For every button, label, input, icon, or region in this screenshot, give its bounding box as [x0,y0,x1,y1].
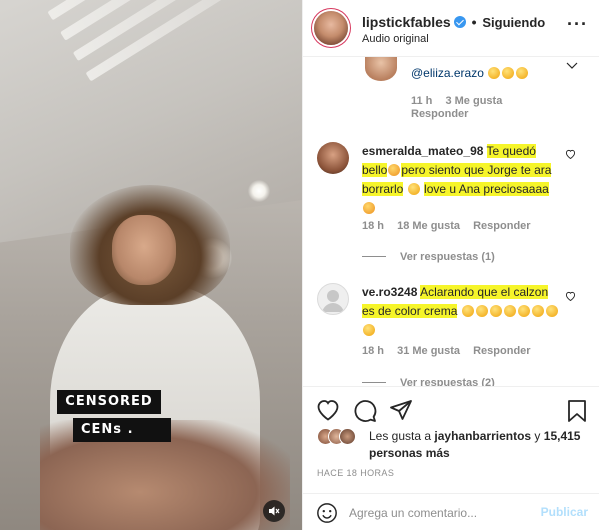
emoji-icon[interactable] [316,502,338,527]
smiling-hearts-emoji-icon [363,202,375,214]
comment-body: love u Ana preciosaaaa [424,182,549,196]
comment-likes[interactable]: 31 Me gusta [397,345,460,357]
comment-time: 18 h [362,345,385,357]
header-user-line: lipstickfables • Siguiendo [362,14,545,30]
audio-link[interactable]: Audio original [362,33,429,45]
laughing-emoji-icon [503,305,516,317]
avatar[interactable] [317,283,349,315]
like-heart-icon[interactable] [565,290,576,304]
laughing-emoji-icon [545,305,558,317]
view-replies-button[interactable]: Ver respuestas (2) [362,377,495,386]
likes-middle: y [531,429,544,443]
post-header: lipstickfables • Siguiendo Audio origina… [303,0,599,57]
likes-text: Les gusta a jayhanbarrientos y 15,415 pe… [369,428,599,462]
comment-time: 11 h [411,95,433,107]
smiling-hearts-emoji-icon [388,164,401,176]
speaker-muted-icon[interactable] [263,500,285,522]
comment-meta: 11 h 3 Me gusta [411,95,512,107]
laughing-emoji-icon [489,305,502,317]
likes-user[interactable]: jayhanbarrientos [434,429,531,443]
avatar[interactable] [314,11,348,45]
laughing-emoji-icon [488,67,501,79]
comment-likes[interactable]: 18 Me gusta [397,220,460,232]
view-replies-button[interactable]: Ver respuestas (1) [362,251,495,263]
bookmark-icon[interactable] [567,399,587,426]
comment-text: @eliiza.erazo [411,64,529,83]
comment-likes[interactable]: 3 Me gusta [445,95,502,107]
comments-list[interactable]: @eliiza.erazo 11 h 3 Me gusta Responder … [303,57,599,386]
laughing-emoji-icon [516,67,529,79]
censor-label: CENs . [73,418,171,442]
avatar[interactable] [365,57,397,81]
header-separator: • [471,14,477,30]
laughing-emoji-icon [475,305,488,317]
list-item: @eliiza.erazo 11 h 3 Me gusta Responder [303,57,599,122]
laughing-emoji-icon [502,67,515,79]
chevron-icon[interactable] [566,59,578,73]
post-video[interactable]: CENSORED CENs . [0,0,302,530]
comment-meta: 18 h 18 Me gusta Responder [362,220,541,232]
post-panel: lipstickfables • Siguiendo Audio origina… [302,0,599,530]
like-heart-icon[interactable] [565,148,576,162]
post-timestamp[interactable]: HACE 18 HORAS [317,468,394,478]
verified-badge-icon [453,16,466,28]
following-button[interactable]: Siguiendo [482,15,545,30]
comment-icon[interactable] [353,399,377,426]
laughing-emoji-icon [461,305,474,317]
comment-input[interactable] [349,503,529,523]
avatar [339,428,356,445]
comment-meta: 18 h 31 Me gusta Responder [362,345,541,357]
comment-mention[interactable]: @eliiza.erazo [411,66,484,80]
likes-prefix: Les gusta a [369,429,435,443]
list-item: ve.ro3248 Aclarando que el calzon es de … [303,283,599,386]
share-icon[interactable] [389,399,413,424]
avatar[interactable] [317,142,349,174]
censor-label: CENSORED [57,390,161,414]
add-comment-bar: Publicar [303,493,599,530]
like-heart-icon[interactable] [316,399,340,424]
laughing-emoji-icon [407,183,420,195]
comment-username[interactable]: ve.ro3248 [362,285,417,299]
comment-text: ve.ro3248 Aclarando que el calzon es de … [362,283,562,340]
video-ceiling-light [248,180,270,202]
reply-button[interactable]: Responder [473,345,530,357]
reply-button[interactable]: Responder [473,220,530,232]
header-username[interactable]: lipstickfables [362,14,451,30]
comment-text: esmeralda_mateo_98 Te quedó bello pero si… [362,142,562,218]
more-horizontal-icon[interactable]: ··· [567,14,588,35]
laughing-emoji-icon [517,305,530,317]
reply-button[interactable]: Responder [411,108,468,120]
comment-time: 18 h [362,220,385,232]
publish-button[interactable]: Publicar [541,505,588,519]
laughing-emoji-icon [363,324,375,336]
laughing-emoji-icon [531,305,544,317]
video-person-face [112,215,176,285]
comment-username[interactable]: esmeralda_mateo_98 [362,144,483,158]
